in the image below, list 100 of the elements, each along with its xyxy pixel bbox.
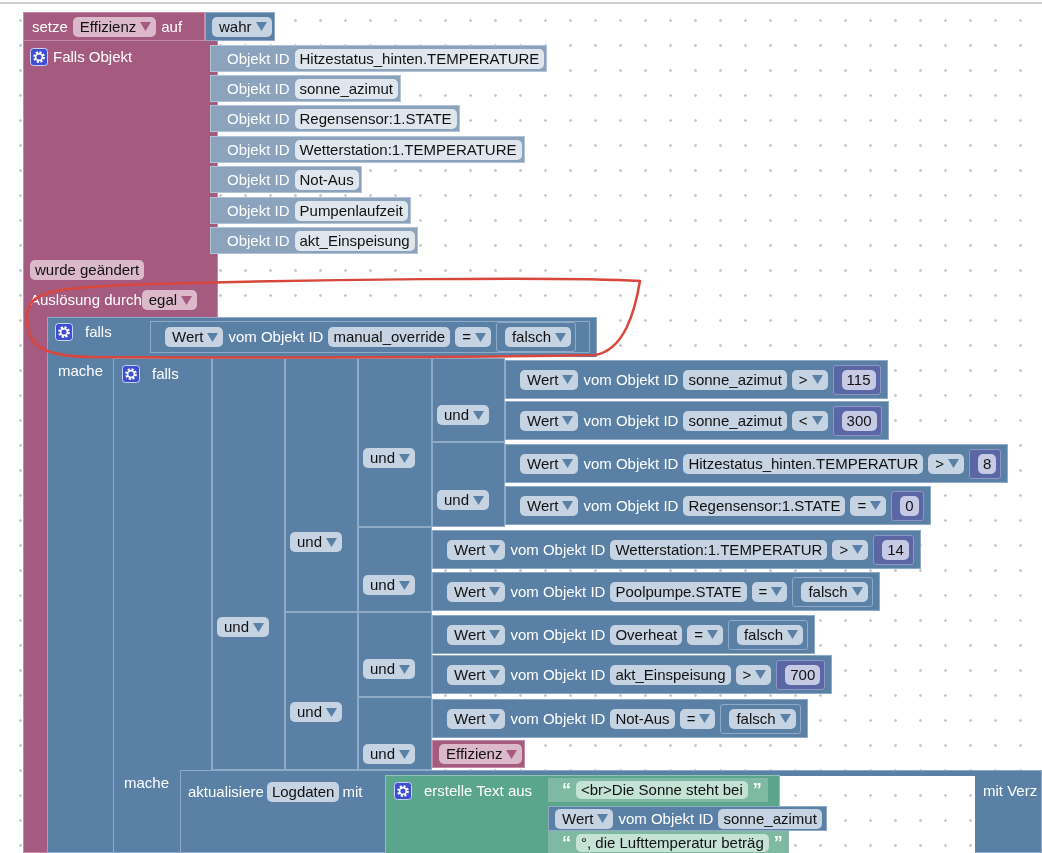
caret-icon: [562, 501, 574, 510]
caret-icon: [555, 332, 567, 342]
number-field[interactable]: 700: [785, 664, 821, 685]
block-label: Falls Objekt: [53, 48, 133, 66]
operator-dropdown[interactable]: >: [735, 664, 772, 685]
caret-icon: [207, 332, 219, 342]
dropdown-field[interactable]: Wert: [447, 664, 506, 685]
gear-icon[interactable]: [55, 323, 73, 341]
block-label: Objekt ID: [227, 79, 290, 98]
dropdown-field[interactable]: Wert: [447, 539, 506, 560]
dropdown-field[interactable]: Wert: [447, 624, 506, 645]
object-id-field[interactable]: manual_override: [328, 327, 451, 347]
logic-dropdown[interactable]: und: [363, 575, 416, 595]
block-label: Objekt ID: [227, 49, 290, 68]
number-field[interactable]: 8: [978, 453, 997, 474]
operator-dropdown[interactable]: =: [850, 495, 887, 516]
number-field[interactable]: 300: [841, 410, 877, 431]
operator-dropdown[interactable]: =: [679, 708, 716, 729]
dropdown-field[interactable]: Wert: [447, 708, 506, 729]
operator-dropdown[interactable]: >: [928, 453, 964, 474]
object-id-field[interactable]: sonne_azimut: [683, 410, 787, 431]
logic-dropdown[interactable]: und: [290, 702, 343, 722]
dropdown-field[interactable]: Wert: [165, 327, 224, 347]
block-label: mache: [58, 362, 104, 380]
block-label: erstelle Text aus: [424, 782, 533, 800]
logic-dropdown[interactable]: und: [363, 659, 416, 679]
boolean-dropdown[interactable]: falsch: [729, 708, 796, 729]
object-id-field[interactable]: Hitzestatus_hinten.TEMPERATURE: [294, 48, 545, 69]
text-field[interactable]: °, die Lufttemperatur beträg: [576, 834, 769, 852]
block-label: mit Verz: [983, 782, 1038, 800]
block-label: vom Objekt ID: [510, 582, 606, 601]
logic-dropdown[interactable]: und: [217, 617, 270, 637]
gear-icon[interactable]: [394, 782, 412, 800]
object-id-field[interactable]: Pumpenlaufzeit: [294, 200, 408, 221]
number-field[interactable]: 115: [841, 369, 876, 390]
dropdown-field[interactable]: Wert: [520, 453, 579, 474]
logic-dropdown[interactable]: und: [290, 532, 343, 552]
operator-dropdown[interactable]: =: [751, 581, 788, 602]
object-id-field[interactable]: sonne_azimut: [683, 369, 787, 390]
dropdown-field[interactable]: Wert: [520, 495, 579, 516]
logic-dropdown[interactable]: und: [363, 744, 416, 764]
caret-icon: [399, 749, 411, 759]
block-label: falls: [85, 323, 112, 341]
caret-icon: [489, 545, 501, 554]
block-label: vom Objekt ID: [583, 370, 679, 389]
object-id-field[interactable]: Not-Aus: [294, 169, 359, 190]
text-field[interactable]: <br>Die Sonne steht bei: [576, 781, 748, 799]
block-label: falls: [152, 365, 179, 383]
variable-field[interactable]: Logdaten: [266, 782, 340, 802]
object-id-field[interactable]: sonne_azimut: [294, 78, 398, 99]
boolean-dropdown[interactable]: falsch: [504, 327, 572, 347]
gear-icon[interactable]: [30, 48, 48, 66]
object-id-field[interactable]: Wetterstation:1.TEMPERATUR: [610, 539, 828, 560]
caret-icon: [852, 545, 864, 554]
event-dropdown[interactable]: wurde geändert: [30, 260, 145, 280]
boolean-dropdown[interactable]: wahr: [212, 16, 272, 37]
block-label: vom Objekt ID: [510, 665, 606, 684]
number-field[interactable]: 0: [900, 495, 919, 516]
boolean-dropdown[interactable]: falsch: [801, 581, 868, 602]
object-id-field[interactable]: Regensensor:1.STATE: [294, 108, 457, 129]
block-label: auf: [161, 17, 183, 36]
caret-icon: [562, 459, 574, 468]
operator-dropdown[interactable]: =: [687, 624, 723, 645]
object-id-field[interactable]: akt_Einspeisung: [610, 664, 731, 685]
object-id-field[interactable]: Poolpumpe.STATE: [610, 581, 747, 602]
caret-icon: [489, 670, 501, 679]
block-label: Objekt ID: [227, 170, 290, 189]
boolean-dropdown[interactable]: falsch: [736, 624, 804, 645]
operator-dropdown[interactable]: =: [455, 327, 491, 347]
block-label: mache: [124, 774, 170, 792]
operator-dropdown[interactable]: >: [791, 369, 828, 390]
object-id-field[interactable]: Wetterstation:1.TEMPERATURE: [294, 139, 522, 160]
dropdown-field[interactable]: Wert: [447, 581, 506, 602]
dropdown-field[interactable]: Wert: [520, 369, 579, 390]
number-field[interactable]: 14: [882, 539, 909, 560]
dropdown-field[interactable]: Wert: [520, 410, 579, 431]
caret-icon: [255, 22, 267, 31]
variable-dropdown[interactable]: Effizienz: [439, 744, 523, 764]
object-id-field[interactable]: Hitzestatus_hinten.TEMPERATUR: [683, 453, 924, 474]
trigger-dropdown[interactable]: egal: [141, 290, 198, 310]
logic-dropdown[interactable]: und: [437, 490, 490, 510]
block-label: Auslösung durch: [30, 291, 142, 309]
block-label: Objekt ID: [227, 109, 290, 128]
object-id-field[interactable]: Overheat: [610, 624, 683, 645]
caret-icon: [473, 495, 485, 505]
operator-dropdown[interactable]: <: [791, 410, 828, 431]
object-id-field[interactable]: sonne_azimut: [718, 808, 822, 829]
caret-icon: [811, 375, 823, 384]
block-label: Objekt ID: [227, 231, 290, 250]
object-id-field[interactable]: Regensensor:1.STATE: [683, 495, 846, 516]
object-id-field[interactable]: Not-Aus: [610, 708, 675, 729]
quote-mark: ”: [752, 781, 762, 799]
gear-icon[interactable]: [122, 365, 140, 383]
logic-dropdown[interactable]: und: [437, 405, 490, 425]
variable-dropdown[interactable]: Effizienz: [72, 16, 157, 37]
caret-icon: [489, 630, 501, 639]
operator-dropdown[interactable]: >: [832, 539, 869, 560]
object-id-field[interactable]: akt_Einspeisung: [294, 230, 415, 251]
logic-dropdown[interactable]: und: [363, 448, 416, 468]
dropdown-field[interactable]: Wert: [555, 808, 614, 829]
